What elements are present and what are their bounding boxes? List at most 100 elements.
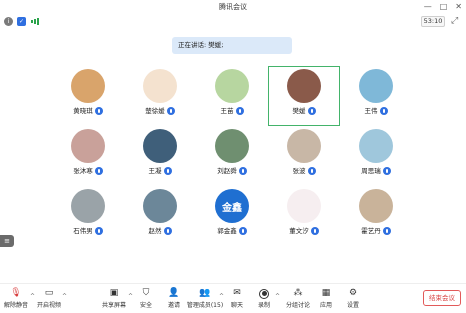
participant-label: 张沐寒	[52, 167, 124, 176]
share-label: 共享屏幕	[101, 302, 126, 309]
avatar	[215, 69, 249, 103]
status-icons: i ✓	[4, 17, 40, 26]
participant-tile[interactable]: 樊媛	[268, 66, 340, 126]
participant-tile[interactable]: 周思瑞	[340, 126, 412, 186]
security-icon: ⛉	[142, 288, 150, 298]
video-label: 开启视频	[36, 302, 61, 309]
shield-icon[interactable]: ✓	[17, 17, 26, 26]
mic-icon	[310, 227, 319, 235]
avatar	[143, 69, 177, 103]
mic-icon	[235, 107, 244, 115]
mic-muted-icon: 🎙	[10, 288, 22, 298]
participant-tile[interactable]: 张波	[268, 126, 340, 186]
participant-label: 樊媛	[269, 107, 339, 116]
meeting-timer: 53:10	[421, 16, 445, 27]
settings-button[interactable]: ⚙ 设置	[335, 288, 371, 310]
speaking-indicator: 正在讲话: 樊媛;	[172, 37, 292, 54]
participant-label: 郭金鑫	[196, 227, 268, 236]
video-options-icon[interactable]: ^	[62, 293, 67, 300]
participant-tile[interactable]: 王凝	[124, 126, 196, 186]
apps-icon: ▦	[321, 288, 331, 298]
unmute-button[interactable]: 🎙 解除静音	[0, 288, 34, 310]
participant-label: 黄晓琪	[52, 107, 124, 116]
mic-icon	[307, 107, 316, 115]
mic-icon	[94, 227, 103, 235]
participant-tile[interactable]: 金鑫郭金鑫	[196, 186, 268, 246]
avatar: 金鑫	[215, 189, 249, 223]
participant-name: 樊媛	[292, 107, 306, 115]
record-icon	[258, 288, 270, 299]
members-label: 管理成员(15)	[186, 302, 224, 309]
avatar	[143, 129, 177, 163]
mic-icon	[94, 167, 103, 175]
participant-name: 王苗	[220, 107, 234, 115]
participant-name: 董文汐	[289, 227, 309, 235]
avatar	[359, 129, 393, 163]
apps-label: 应用	[319, 302, 332, 309]
participant-tile[interactable]: 刘赵舜	[196, 126, 268, 186]
participant-label: 周思瑞	[340, 167, 412, 176]
participant-label: 董文汐	[268, 227, 340, 236]
participant-name: 黄晓琪	[73, 107, 93, 115]
share-screen-button[interactable]: ▣ 共享屏幕	[96, 288, 132, 310]
record-label: 录制	[257, 302, 270, 309]
fullscreen-icon[interactable]: ⤢	[451, 15, 458, 27]
participant-label: 王伟	[340, 107, 412, 116]
mic-icon	[307, 167, 316, 175]
participant-label: 刘赵舜	[196, 167, 268, 176]
chat-icon: ✉	[233, 288, 241, 298]
mic-icon	[238, 227, 247, 235]
end-meeting-button[interactable]: 结束会议	[423, 290, 461, 306]
avatar	[287, 189, 321, 223]
meeting-toolbar: 🎙 解除静音 ^ ▭ 开启视频 ^ ▣ 共享屏幕 ^ ⛉ 安全 👤 邀请 👥 管…	[0, 283, 466, 313]
participant-label: 张波	[268, 167, 340, 176]
avatar	[71, 69, 105, 103]
minimize-icon[interactable]: —	[424, 2, 432, 12]
participant-label: 王凝	[124, 167, 196, 176]
window-controls: — □ ✕	[424, 2, 462, 12]
maximize-icon[interactable]: □	[440, 2, 448, 12]
mic-icon	[379, 107, 388, 115]
mic-icon	[163, 227, 172, 235]
participant-name: 霍艺丹	[361, 227, 381, 235]
avatar	[287, 69, 321, 103]
participant-name: 楚徐媛	[145, 107, 165, 115]
participant-tile[interactable]: 石伟男	[52, 186, 124, 246]
avatar	[71, 189, 105, 223]
mic-icon	[163, 167, 172, 175]
side-panel-toggle-icon[interactable]: ≡	[0, 235, 14, 247]
participant-label: 楚徐媛	[124, 107, 196, 116]
participant-tile[interactable]: 王苗	[196, 66, 268, 126]
members-icon: 👥	[199, 288, 211, 298]
close-icon[interactable]: ✕	[455, 2, 462, 12]
breakout-icon: ⁂	[293, 288, 303, 298]
info-icon[interactable]: i	[4, 17, 13, 26]
manage-members-button[interactable]: 👥 管理成员(15)	[187, 288, 223, 310]
chat-label: 聊天	[230, 302, 243, 309]
participant-tile[interactable]: 张沐寒	[52, 126, 124, 186]
participant-name: 周思瑞	[361, 167, 381, 175]
participant-tile[interactable]: 董文汐	[268, 186, 340, 246]
security-label: 安全	[139, 302, 152, 309]
window-title: 腾讯会议	[219, 3, 247, 11]
video-off-icon: ▭	[44, 288, 54, 298]
participant-tile[interactable]: 霍艺丹	[340, 186, 412, 246]
avatar-text: 金鑫	[222, 202, 242, 214]
participant-name: 王伟	[364, 107, 378, 115]
participant-name: 张波	[292, 167, 306, 175]
avatar	[143, 189, 177, 223]
invite-label: 邀请	[167, 302, 180, 309]
participant-name: 郭金鑫	[217, 227, 237, 235]
signal-icon[interactable]	[30, 17, 40, 26]
participant-name: 王凝	[148, 167, 162, 175]
participant-tile[interactable]: 楚徐媛	[124, 66, 196, 126]
participant-label: 石伟男	[52, 227, 124, 236]
participant-tile[interactable]: 黄晓琪	[52, 66, 124, 126]
participant-label: 王苗	[196, 107, 268, 116]
participant-name: 石伟男	[73, 227, 93, 235]
participant-tile[interactable]: 赵然	[124, 186, 196, 246]
unmute-label: 解除静音	[3, 302, 28, 309]
participant-label: 霍艺丹	[340, 227, 412, 236]
participant-tile[interactable]: 王伟	[340, 66, 412, 126]
avatar	[287, 129, 321, 163]
